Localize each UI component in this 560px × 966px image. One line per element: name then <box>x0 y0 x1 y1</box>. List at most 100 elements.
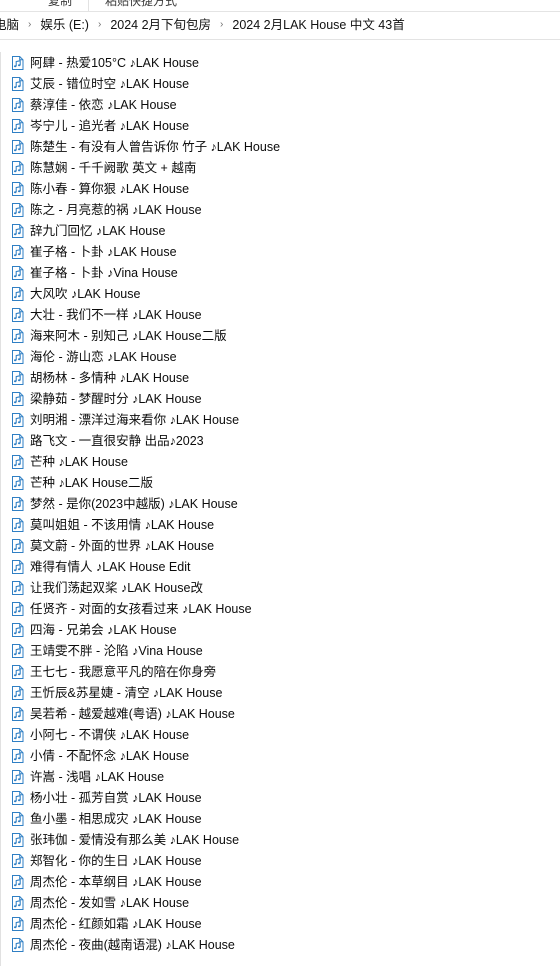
file-list-item[interactable]: 周杰伦 - 发如雪 ♪LAK House <box>0 892 560 913</box>
file-name-label: 大壮 - 我们不一样 ♪LAK House <box>30 307 202 322</box>
file-list-item[interactable]: 小倩 - 不配怀念 ♪LAK House <box>0 745 560 766</box>
music-file-icon <box>10 706 26 722</box>
music-file-icon <box>10 223 26 239</box>
file-list-item[interactable]: 蔡淳佳 - 依恋 ♪LAK House <box>0 94 560 115</box>
file-name-label: 小倩 - 不配怀念 ♪LAK House <box>30 748 190 763</box>
file-list-item[interactable]: 鱼小墨 - 相思成灾 ♪LAK House <box>0 808 560 829</box>
music-file-icon <box>10 874 26 890</box>
music-file-icon <box>10 916 26 932</box>
file-list-item[interactable]: 王靖雯不胖 - 沦陷 ♪Vina House <box>0 640 560 661</box>
music-file-icon <box>10 601 26 617</box>
file-name-label: 崔子格 - 卜卦 ♪Vina House <box>30 265 178 280</box>
file-list-item[interactable]: 周杰伦 - 夜曲(越南语混) ♪LAK House <box>0 934 560 955</box>
music-file-icon <box>10 664 26 680</box>
file-list-item[interactable]: 大壮 - 我们不一样 ♪LAK House <box>0 304 560 325</box>
ribbon-separator <box>88 0 90 11</box>
file-list-item[interactable]: 周杰伦 - 红颜如霜 ♪LAK House <box>0 913 560 934</box>
music-file-icon <box>10 265 26 281</box>
file-name-label: 王七七 - 我愿意平凡的陪在你身旁 <box>30 664 217 679</box>
file-list-item[interactable]: 大风吹 ♪LAK House <box>0 283 560 304</box>
file-list-item[interactable]: 许嵩 - 浅唱 ♪LAK House <box>0 766 560 787</box>
file-list-item[interactable]: 海伦 - 游山恋 ♪LAK House <box>0 346 560 367</box>
file-list-item[interactable]: 胡杨林 - 多情种 ♪LAK House <box>0 367 560 388</box>
music-file-icon <box>10 832 26 848</box>
chevron-right-icon[interactable]: › <box>92 12 107 38</box>
file-list-item[interactable]: 艾辰 - 错位时空 ♪LAK House <box>0 73 560 94</box>
file-list-item[interactable]: 莫文蔚 - 外面的世界 ♪LAK House <box>0 535 560 556</box>
file-name-label: 周杰伦 - 夜曲(越南语混) ♪LAK House <box>30 937 235 952</box>
music-file-icon <box>10 496 26 512</box>
file-list-item[interactable]: 莫叫姐姐 - 不该用情 ♪LAK House <box>0 514 560 535</box>
file-list-item[interactable]: 周杰伦 - 本草纲目 ♪LAK House <box>0 871 560 892</box>
file-list-item[interactable]: 崔子格 - 卜卦 ♪Vina House <box>0 262 560 283</box>
file-list-item[interactable]: 吴若希 - 越爱越难(粤语) ♪LAK House <box>0 703 560 724</box>
file-name-label: 艾辰 - 错位时空 ♪LAK House <box>30 76 190 91</box>
file-list-item[interactable]: 辞九门回忆 ♪LAK House <box>0 220 560 241</box>
music-file-icon <box>10 853 26 869</box>
music-file-icon <box>10 412 26 428</box>
file-name-label: 梦然 - 是你(2023中越版) ♪LAK House <box>30 496 238 511</box>
file-list-item[interactable]: 张玮伽 - 爱情没有那么美 ♪LAK House <box>0 829 560 850</box>
music-file-icon <box>10 622 26 638</box>
breadcrumb-item-this-pc[interactable]: 电脑 <box>0 12 22 39</box>
music-file-icon <box>10 139 26 155</box>
file-list-item[interactable]: 四海 - 兄弟会 ♪LAK House <box>0 619 560 640</box>
file-list-item[interactable]: 陈之 - 月亮惹的祸 ♪LAK House <box>0 199 560 220</box>
file-list-item[interactable]: 王七七 - 我愿意平凡的陪在你身旁 <box>0 661 560 682</box>
music-file-icon <box>10 370 26 386</box>
file-list-item[interactable]: 陈慧娴 - 千千阙歌 英文 + 越南 <box>0 157 560 178</box>
music-file-icon <box>10 538 26 554</box>
file-name-label: 岑宁儿 - 追光者 ♪LAK House <box>30 118 190 133</box>
file-list-item[interactable]: 梁静茹 - 梦醒时分 ♪LAK House <box>0 388 560 409</box>
breadcrumb-item-current-folder[interactable]: 2024 2月LAK House 中文 43首 <box>229 12 407 39</box>
breadcrumb-item-drive-e[interactable]: 娱乐 (E:) <box>37 12 92 39</box>
file-list-item[interactable]: 王忻辰&苏星婕 - 清空 ♪LAK House <box>0 682 560 703</box>
file-list-item[interactable]: 芒种 ♪LAK House二版 <box>0 472 560 493</box>
file-name-label: 陈小春 - 算你狠 ♪LAK House <box>30 181 190 196</box>
address-bar[interactable]: 电脑 › 娱乐 (E:) › 2024 2月下旬包房 › 2024 2月LAK … <box>0 11 560 39</box>
chevron-right-icon[interactable]: › <box>22 12 37 38</box>
file-list-item[interactable]: 小阿七 - 不谓侠 ♪LAK House <box>0 724 560 745</box>
file-list-item[interactable]: 难得有情人 ♪LAK House Edit <box>0 556 560 577</box>
file-name-label: 莫文蔚 - 外面的世界 ♪LAK House <box>30 538 215 553</box>
file-list-item[interactable]: 崔子格 - 卜卦 ♪LAK House <box>0 241 560 262</box>
file-list-item[interactable]: 陈楚生 - 有没有人曾告诉你 竹子 ♪LAK House <box>0 136 560 157</box>
file-name-label: 许嵩 - 浅唱 ♪LAK House <box>30 769 165 784</box>
file-name-label: 鱼小墨 - 相思成灾 ♪LAK House <box>30 811 202 826</box>
music-file-icon <box>10 790 26 806</box>
file-name-label: 海伦 - 游山恋 ♪LAK House <box>30 349 177 364</box>
music-file-icon <box>10 727 26 743</box>
file-name-label: 梁静茹 - 梦醒时分 ♪LAK House <box>30 391 202 406</box>
file-list-item[interactable]: 陈小春 - 算你狠 ♪LAK House <box>0 178 560 199</box>
breadcrumb-item-folder-1[interactable]: 2024 2月下旬包房 <box>107 12 214 39</box>
file-name-label: 陈慧娴 - 千千阙歌 英文 + 越南 <box>30 160 197 175</box>
chevron-right-icon[interactable]: › <box>214 12 229 38</box>
file-name-label: 刘明湘 - 漂洋过海来看你 ♪LAK House <box>30 412 240 427</box>
breadcrumb: 电脑 › 娱乐 (E:) › 2024 2月下旬包房 › 2024 2月LAK … <box>0 12 408 39</box>
file-name-label: 郑智化 - 你的生日 ♪LAK House <box>30 853 202 868</box>
ribbon-paste-shortcut-button[interactable]: 粘贴快捷方式 <box>99 0 183 11</box>
file-name-label: 芒种 ♪LAK House <box>30 454 128 469</box>
file-list-item[interactable]: 郑智化 - 你的生日 ♪LAK House <box>0 850 560 871</box>
file-name-label: 阿肆 - 热爱105°C ♪LAK House <box>30 55 199 70</box>
music-file-icon <box>10 97 26 113</box>
file-name-label: 陈楚生 - 有没有人曾告诉你 竹子 ♪LAK House <box>30 139 281 154</box>
file-list-item[interactable]: 梦然 - 是你(2023中越版) ♪LAK House <box>0 493 560 514</box>
file-list-item[interactable]: 芒种 ♪LAK House <box>0 451 560 472</box>
file-list-item[interactable]: 任贤齐 - 对面的女孩看过来 ♪LAK House <box>0 598 560 619</box>
file-list[interactable]: 阿肆 - 热爱105°C ♪LAK House 艾辰 - 错位时空 ♪LAK Ho… <box>0 52 560 966</box>
file-list-item[interactable]: 阿肆 - 热爱105°C ♪LAK House <box>0 52 560 73</box>
file-name-label: 陈之 - 月亮惹的祸 ♪LAK House <box>30 202 202 217</box>
file-name-label: 王忻辰&苏星婕 - 清空 ♪LAK House <box>30 685 223 700</box>
file-name-label: 周杰伦 - 本草纲目 ♪LAK House <box>30 874 202 889</box>
file-list-item[interactable]: 杨小壮 - 孤芳自赏 ♪LAK House <box>0 787 560 808</box>
file-list-item[interactable]: 海来阿木 - 别知己 ♪LAK House二版 <box>0 325 560 346</box>
file-name-label: 周杰伦 - 发如雪 ♪LAK House <box>30 895 190 910</box>
ribbon-copy-button[interactable]: 复制 <box>42 0 78 11</box>
file-list-item[interactable]: 岑宁儿 - 追光者 ♪LAK House <box>0 115 560 136</box>
file-list-item[interactable]: 让我们荡起双桨 ♪LAK House改 <box>0 577 560 598</box>
music-file-icon <box>10 349 26 365</box>
file-list-item[interactable]: 路飞文 - 一直很安静 出品♪2023 <box>0 430 560 451</box>
music-file-icon <box>10 517 26 533</box>
file-list-item[interactable]: 刘明湘 - 漂洋过海来看你 ♪LAK House <box>0 409 560 430</box>
